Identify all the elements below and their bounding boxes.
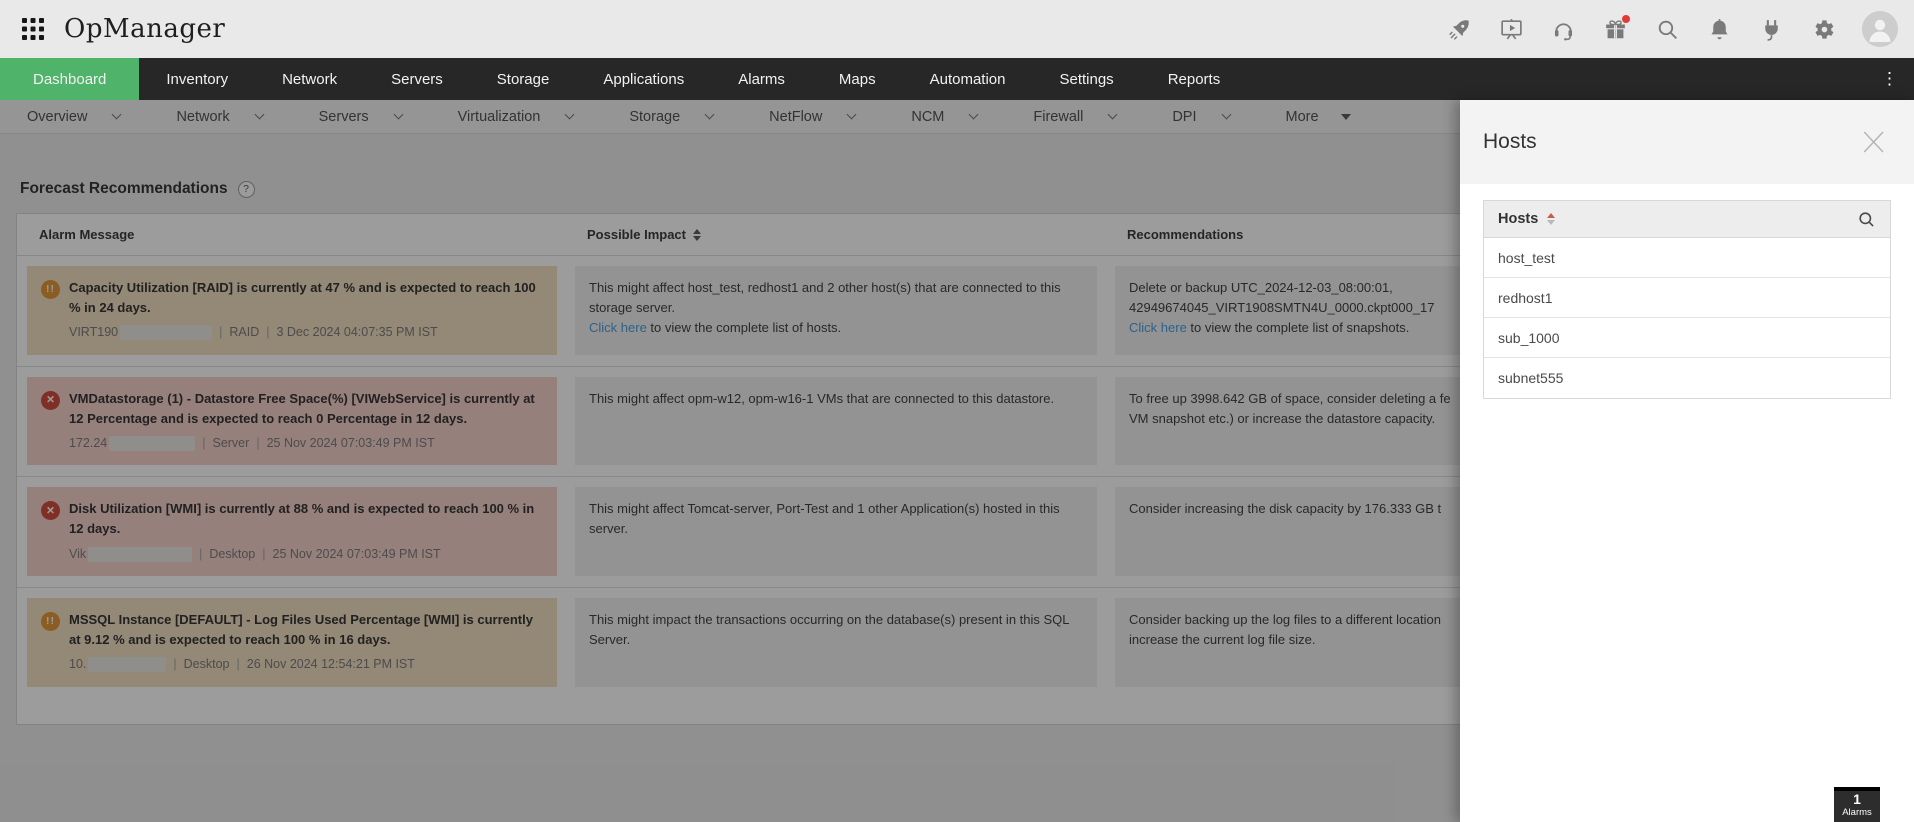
gift-icon[interactable] bbox=[1602, 16, 1628, 42]
rocket-icon[interactable] bbox=[1446, 16, 1472, 42]
host-name: host_test bbox=[1498, 250, 1555, 266]
app-logo: OpManager bbox=[64, 14, 225, 44]
host-name: subnet555 bbox=[1498, 370, 1563, 386]
alarms-count: 1 bbox=[1834, 791, 1880, 808]
tab-settings[interactable]: Settings bbox=[1032, 58, 1140, 100]
gift-notification-dot bbox=[1622, 15, 1630, 23]
host-row[interactable]: subnet555 bbox=[1484, 358, 1890, 398]
host-row[interactable]: redhost1 bbox=[1484, 278, 1890, 318]
host-row[interactable]: sub_1000 bbox=[1484, 318, 1890, 358]
tab-network[interactable]: Network bbox=[255, 58, 364, 100]
hosts-panel-header: Hosts bbox=[1460, 100, 1914, 184]
presentation-icon[interactable] bbox=[1498, 16, 1524, 42]
tab-storage[interactable]: Storage bbox=[470, 58, 577, 100]
apps-grid-icon[interactable] bbox=[20, 16, 46, 42]
user-avatar[interactable] bbox=[1862, 11, 1898, 47]
tab-reports[interactable]: Reports bbox=[1141, 58, 1248, 100]
tab-maps[interactable]: Maps bbox=[812, 58, 903, 100]
hosts-table-header[interactable]: Hosts bbox=[1484, 201, 1890, 238]
gear-icon[interactable] bbox=[1810, 16, 1836, 42]
alarms-label: Alarms bbox=[1834, 808, 1880, 818]
hosts-table: Hosts host_test redhost1 sub_1000 subnet… bbox=[1483, 200, 1891, 399]
host-name: redhost1 bbox=[1498, 290, 1552, 306]
sort-icon[interactable] bbox=[1547, 213, 1555, 225]
host-row[interactable]: host_test bbox=[1484, 238, 1890, 278]
main-navbar: Dashboard Inventory Network Servers Stor… bbox=[0, 58, 1914, 100]
alarms-count-badge[interactable]: 1 Alarms bbox=[1834, 787, 1880, 822]
close-icon[interactable] bbox=[1858, 127, 1888, 157]
tab-applications[interactable]: Applications bbox=[576, 58, 711, 100]
plug-icon[interactable] bbox=[1758, 16, 1784, 42]
host-name: sub_1000 bbox=[1498, 330, 1560, 346]
top-header: OpManager bbox=[0, 0, 1914, 58]
bell-icon[interactable] bbox=[1706, 16, 1732, 42]
search-icon[interactable] bbox=[1654, 16, 1680, 42]
hosts-panel-title: Hosts bbox=[1483, 130, 1537, 154]
topbar-icons bbox=[1446, 11, 1898, 47]
tab-automation[interactable]: Automation bbox=[903, 58, 1033, 100]
hosts-column-label: Hosts bbox=[1498, 211, 1538, 227]
headset-icon[interactable] bbox=[1550, 16, 1576, 42]
tab-dashboard[interactable]: Dashboard bbox=[0, 58, 139, 100]
search-icon[interactable] bbox=[1857, 210, 1876, 229]
tab-inventory[interactable]: Inventory bbox=[139, 58, 255, 100]
opmanager-app: OpManager bbox=[0, 0, 1914, 822]
tab-servers[interactable]: Servers bbox=[364, 58, 470, 100]
tab-alarms[interactable]: Alarms bbox=[711, 58, 812, 100]
nav-overflow-icon[interactable]: ⋮ bbox=[1865, 58, 1914, 100]
hosts-panel: Hosts Hosts host_test redhost1 sub_1000 bbox=[1460, 100, 1914, 822]
